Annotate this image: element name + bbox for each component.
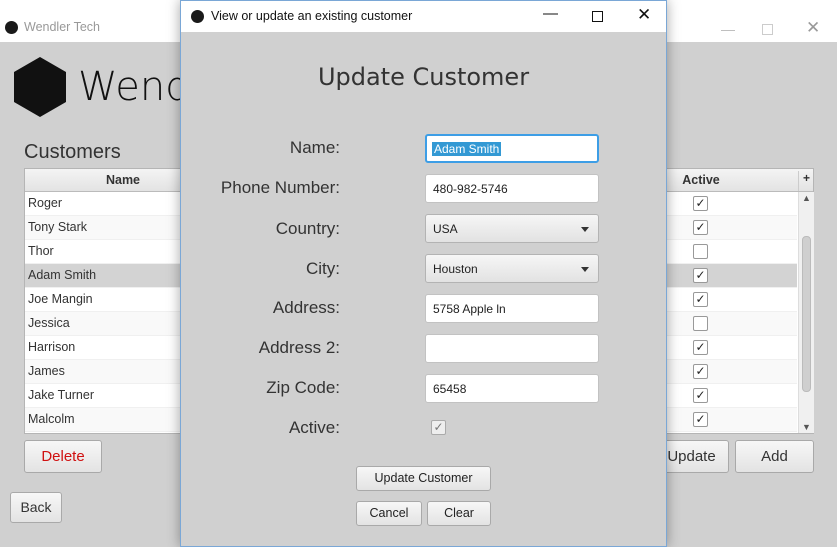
column-header-active[interactable]: Active xyxy=(673,173,729,187)
clear-button[interactable]: Clear xyxy=(427,501,491,526)
zip-field[interactable]: 65458 xyxy=(425,374,599,403)
scroll-down-icon[interactable]: ▼ xyxy=(802,422,811,432)
logo-hexagon-icon xyxy=(14,57,66,117)
active-checkbox[interactable]: ✓ xyxy=(693,388,708,403)
column-menu-button[interactable]: + xyxy=(798,171,814,191)
section-title: Customers xyxy=(24,141,121,163)
address-label: Address: xyxy=(272,298,340,317)
chevron-down-icon xyxy=(581,227,589,232)
active-checkbox[interactable] xyxy=(693,244,708,259)
update-customer-dialog: View or update an existing customer — ✕ … xyxy=(180,0,667,547)
address2-field[interactable] xyxy=(425,334,599,363)
scroll-up-icon[interactable]: ▲ xyxy=(802,193,811,203)
city-label: City: xyxy=(306,259,340,278)
active-checkbox[interactable]: ✓ xyxy=(431,420,446,435)
active-label: Active: xyxy=(288,418,340,437)
dialog-heading: Update Customer xyxy=(317,63,530,91)
active-checkbox[interactable]: ✓ xyxy=(693,364,708,379)
cell-name: Jake Turner xyxy=(28,388,95,402)
chevron-down-icon xyxy=(581,267,589,272)
cell-name: Malcolm xyxy=(28,412,75,426)
delete-button[interactable]: Delete xyxy=(24,440,102,473)
minimize-icon[interactable]: — xyxy=(721,21,735,37)
active-checkbox[interactable] xyxy=(693,316,708,331)
city-value: Houston xyxy=(433,262,478,276)
zip-label: Zip Code: xyxy=(266,378,340,397)
cell-name: Thor xyxy=(28,244,54,258)
active-checkbox[interactable]: ✓ xyxy=(693,268,708,283)
name-field[interactable]: Adam Smith xyxy=(425,134,599,163)
cell-name: Jessica xyxy=(28,316,70,330)
close-icon[interactable]: ✕ xyxy=(806,18,820,38)
phone-label: Phone Number: xyxy=(220,178,340,197)
phone-field[interactable]: 480-982-5746 xyxy=(425,174,599,203)
active-checkbox[interactable]: ✓ xyxy=(693,196,708,211)
cell-name: Roger xyxy=(28,196,63,210)
address-field[interactable]: 5758 Apple ln xyxy=(425,294,599,323)
cell-name: Harrison xyxy=(28,340,76,354)
active-checkbox[interactable]: ✓ xyxy=(693,340,708,355)
app-icon xyxy=(5,21,18,34)
dialog-title: View or update an existing customer xyxy=(211,9,413,23)
cell-name: Adam Smith xyxy=(28,268,97,282)
maximize-icon[interactable] xyxy=(762,24,773,35)
app-icon xyxy=(191,10,204,23)
add-button[interactable]: Add xyxy=(735,440,814,473)
cell-name: James xyxy=(28,364,65,378)
close-icon[interactable]: ✕ xyxy=(637,5,651,25)
country-select[interactable]: USA xyxy=(425,214,599,243)
name-value: Adam Smith xyxy=(432,142,502,156)
active-checkbox[interactable]: ✓ xyxy=(693,412,708,427)
brand-name: Wend xyxy=(78,64,191,110)
cancel-button[interactable]: Cancel xyxy=(356,501,422,526)
dialog-title-bar: View or update an existing customer — ✕ xyxy=(181,1,666,32)
city-select[interactable]: Houston xyxy=(425,254,599,283)
country-value: USA xyxy=(433,222,458,236)
minimize-icon[interactable]: — xyxy=(543,5,558,22)
scroll-thumb[interactable] xyxy=(802,236,811,392)
address2-label: Address 2: xyxy=(258,338,340,357)
back-button[interactable]: Back xyxy=(10,492,62,523)
cell-name: Tony Stark xyxy=(28,220,88,234)
country-label: Country: xyxy=(275,219,340,238)
table-scrollbar[interactable]: ▲ ▼ xyxy=(798,192,814,433)
cell-name: Joe Mangin xyxy=(28,292,93,306)
active-checkbox[interactable]: ✓ xyxy=(693,292,708,307)
name-label: Name: xyxy=(289,138,340,157)
active-checkbox[interactable]: ✓ xyxy=(693,220,708,235)
update-customer-button[interactable]: Update Customer xyxy=(356,466,491,491)
main-window-title: Wendler Tech xyxy=(24,20,100,34)
maximize-icon[interactable] xyxy=(592,11,603,22)
